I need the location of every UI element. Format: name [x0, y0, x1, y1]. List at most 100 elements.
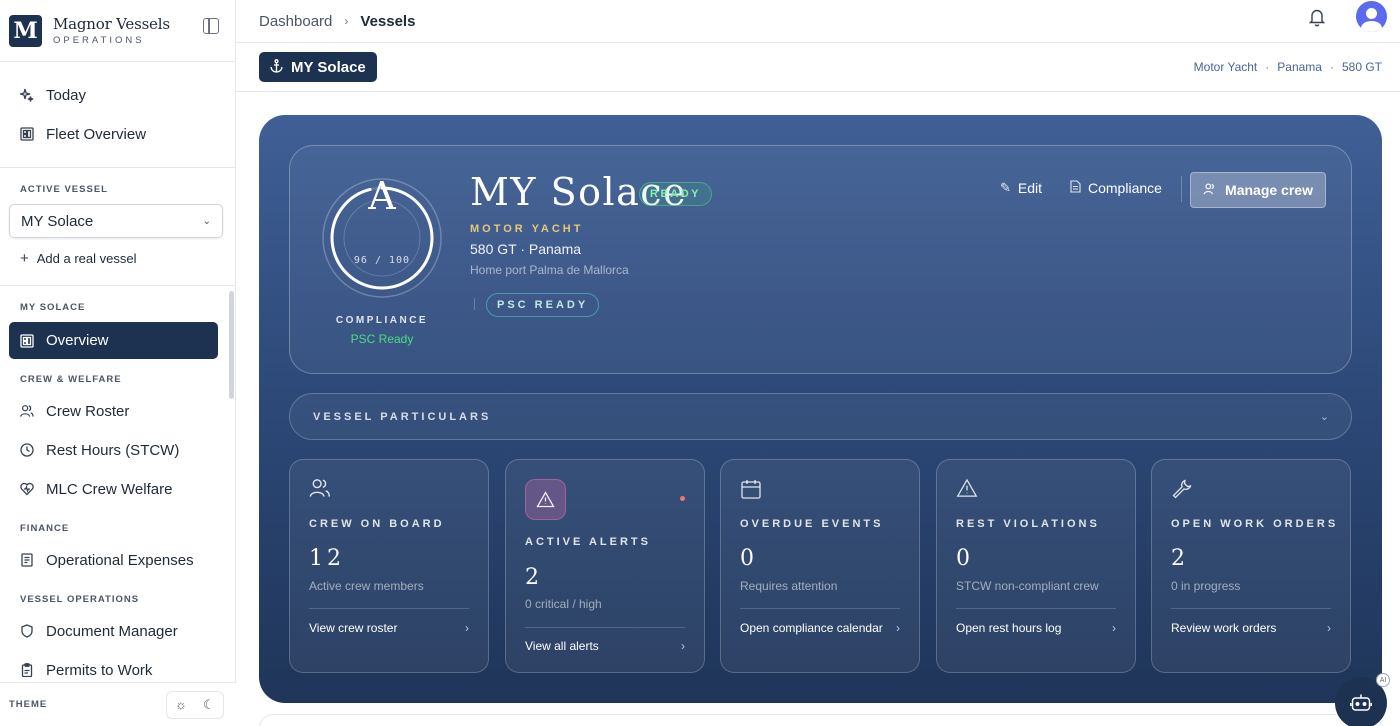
sun-icon[interactable]: ☼ — [167, 692, 195, 718]
sidebar-item-fleet-overview[interactable]: Fleet Overview — [0, 115, 235, 153]
sidebar-item-label: Overview — [46, 332, 109, 349]
meta-flag: Panama — [1277, 60, 1322, 74]
card-label: ACTIVE ALERTS — [525, 536, 651, 548]
vessel-particulars-toggle[interactable]: VESSEL PARTICULARS ⌄ — [289, 393, 1352, 440]
card-subtext: Active crew members — [309, 579, 424, 593]
link-label: Open compliance calendar — [740, 621, 883, 635]
review-work-orders-link[interactable]: Review work orders › — [1171, 621, 1331, 635]
add-vessel-link[interactable]: + Add a real vessel — [0, 245, 235, 271]
meta-separator: · — [1265, 60, 1270, 74]
meta-separator: · — [1329, 60, 1334, 74]
sidebar-item-mlc-welfare[interactable]: MLC Crew Welfare — [0, 470, 235, 508]
open-compliance-calendar-link[interactable]: Open compliance calendar › — [740, 621, 900, 635]
moon-icon[interactable]: ☾ — [195, 692, 223, 718]
manage-crew-label: Manage crew — [1225, 182, 1313, 198]
warning-icon — [956, 478, 980, 502]
card-subtext: 0 in progress — [1171, 579, 1241, 593]
plus-icon: + — [20, 249, 29, 267]
sidebar-item-overview[interactable]: Overview — [9, 322, 218, 359]
chevron-right-icon: › — [465, 621, 469, 635]
view-crew-roster-link[interactable]: View crew roster › — [309, 621, 469, 635]
vessel-meta: Motor Yacht · Panama · 580 GT — [1194, 60, 1382, 74]
sidebar-item-label: Document Manager — [46, 622, 178, 640]
card-active-alerts: ACTIVE ALERTS 2 0 critical / high View a… — [505, 459, 705, 673]
manage-crew-button[interactable]: Manage crew — [1190, 172, 1326, 208]
open-rest-hours-log-link[interactable]: Open rest hours log › — [956, 621, 1116, 635]
divider — [956, 608, 1116, 609]
bell-icon[interactable] — [1308, 7, 1326, 27]
divider — [309, 608, 469, 609]
card-label: REST VIOLATIONS — [956, 518, 1100, 530]
chevron-right-icon: › — [681, 639, 685, 653]
breadcrumb-dashboard[interactable]: Dashboard — [259, 13, 332, 30]
card-open-work-orders: OPEN WORK ORDERS 2 0 in progress Review … — [1151, 459, 1351, 673]
chevron-right-icon: › — [896, 621, 900, 635]
sidebar-item-document-manager[interactable]: Document Manager — [0, 612, 235, 650]
add-vessel-label: Add a real vessel — [36, 250, 137, 266]
sidebar-collapse-icon[interactable] — [203, 18, 219, 34]
edit-button[interactable]: ✎ Edit — [1000, 180, 1042, 196]
avatar[interactable] — [1356, 1, 1387, 32]
brand-logo: M — [9, 14, 42, 47]
vessel-pill-label: MY Solace — [291, 58, 366, 76]
meta-type: Motor Yacht — [1193, 60, 1258, 74]
sparkle-icon — [20, 88, 34, 102]
anchor-icon — [270, 58, 283, 76]
compliance-grade: A — [368, 174, 396, 218]
sidebar-item-label: Today — [46, 86, 87, 104]
compliance-button[interactable]: Compliance — [1070, 180, 1162, 196]
card-crew-on-board: CREW ON BOARD 12 Active crew members Vie… — [289, 459, 489, 673]
brand: M Magnor Vessels OPERATIONS — [0, 0, 235, 62]
vessel-summary-panel: A 96 / 100 COMPLIANCE PSC Ready MY Solac… — [289, 145, 1352, 374]
compliance-label: Compliance — [1088, 180, 1162, 196]
link-label: Open rest hours log — [956, 621, 1062, 635]
compliance-label: COMPLIANCE — [335, 315, 429, 326]
section-label-crew: CREW & WELFARE — [20, 374, 122, 385]
theme-label: THEME — [9, 699, 48, 710]
chevron-right-icon: › — [1327, 621, 1331, 635]
meta-tonnage: 580 GT — [1341, 60, 1382, 74]
chevron-right-icon: › — [1112, 621, 1116, 635]
wrench-icon — [1171, 478, 1195, 502]
card-label: OPEN WORK ORDERS — [1171, 518, 1339, 530]
sidebar-item-operational-expenses[interactable]: Operational Expenses — [0, 541, 235, 579]
sidebar: M Magnor Vessels OPERATIONS Today Fleet … — [0, 0, 236, 726]
top-bar: Dashboard › Vessels — [236, 0, 1400, 43]
divider — [740, 608, 900, 609]
view-all-alerts-link[interactable]: View all alerts › — [525, 639, 685, 653]
card-overdue-events: OVERDUE EVENTS 0 Requires attention Open… — [720, 459, 920, 673]
sidebar-item-rest-hours[interactable]: Rest Hours (STCW) — [0, 431, 235, 469]
warning-icon — [525, 479, 566, 520]
vessel-pill[interactable]: MY Solace — [259, 52, 377, 82]
next-section-edge — [259, 714, 1382, 726]
calendar-icon — [740, 478, 764, 502]
grid-icon — [20, 127, 34, 141]
divider — [1171, 608, 1331, 609]
card-value: 0 — [956, 546, 974, 571]
section-label-active-vessel: ACTIVE VESSEL — [20, 184, 108, 195]
vessel-home-port: Home port Palma de Mallorca — [470, 263, 629, 277]
card-subtext: 0 critical / high — [525, 597, 602, 611]
theme-toggle: ☼ ☾ — [166, 690, 224, 719]
card-value: 2 — [1171, 546, 1189, 571]
active-vessel-value: MY Solace — [21, 212, 94, 230]
active-vessel-select[interactable]: MY Solace ⌄ — [9, 204, 223, 238]
theme-row: THEME ☼ ☾ — [0, 682, 236, 726]
chevron-right-icon: › — [344, 14, 349, 28]
compliance-score: 96 / 100 — [353, 255, 411, 266]
sidebar-item-crew-roster[interactable]: Crew Roster — [0, 392, 235, 430]
sidebar-item-label: MLC Crew Welfare — [46, 480, 173, 498]
vessel-type: MOTOR YACHT — [470, 223, 584, 235]
chevron-down-icon: ⌄ — [202, 215, 211, 227]
sidebar-scrollbar[interactable] — [229, 291, 234, 399]
card-label: CREW ON BOARD — [309, 518, 445, 530]
breadcrumb-current: Vessels — [360, 12, 416, 30]
users-icon — [1203, 183, 1217, 198]
link-label: Review work orders — [1171, 621, 1277, 635]
alert-indicator-dot — [680, 496, 685, 501]
sidebar-item-today[interactable]: Today — [0, 76, 235, 114]
card-subtext: STCW non-compliant crew — [956, 579, 1099, 593]
ai-badge: AI — [1376, 673, 1390, 687]
users-icon — [309, 478, 333, 502]
card-value: 12 — [309, 546, 345, 571]
